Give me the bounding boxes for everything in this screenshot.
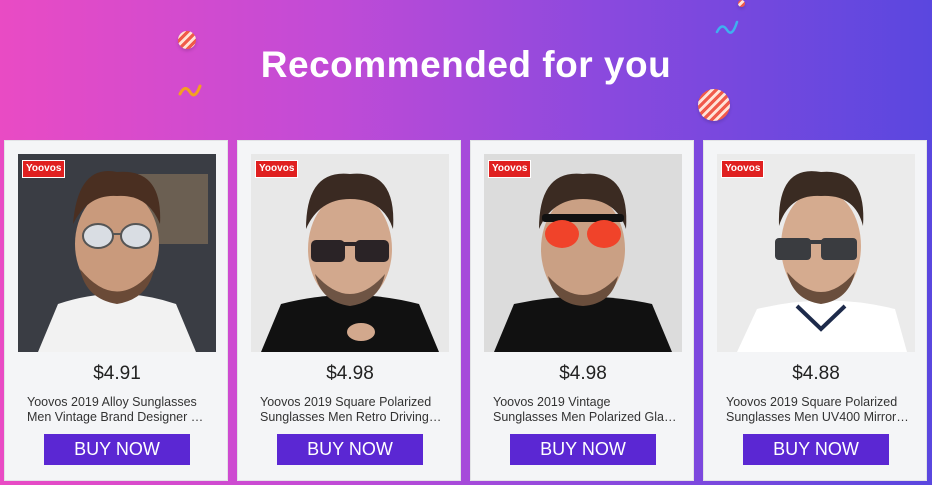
product-image[interactable]: Yoovos bbox=[717, 154, 915, 352]
streamer-decoration bbox=[715, 20, 739, 34]
product-name-line: Yoovos 2019 Vintage bbox=[493, 395, 611, 409]
buy-now-button[interactable]: BUY NOW bbox=[510, 434, 656, 465]
product-price: $4.98 bbox=[326, 363, 374, 384]
product-card[interactable]: Yoovos $4.88 Yoovos 2019 Square Polarize… bbox=[703, 140, 927, 481]
product-image[interactable]: Yoovos bbox=[484, 154, 682, 352]
brand-badge: Yoovos bbox=[721, 160, 765, 178]
striped-ball-decoration bbox=[698, 89, 730, 121]
brand-badge: Yoovos bbox=[255, 160, 299, 178]
sunglasses-model-photo bbox=[484, 154, 682, 352]
product-name-line: Yoovos 2019 Square Polarized bbox=[726, 395, 898, 409]
product-price: $4.91 bbox=[93, 363, 141, 384]
product-price: $4.98 bbox=[559, 363, 607, 384]
product-list: Yoovos $4.91 Yoovos 2019 Alloy Sunglasse… bbox=[4, 140, 928, 481]
product-name[interactable]: Yoovos 2019 Vintage Sunglasses Men Polar… bbox=[493, 395, 677, 425]
product-card[interactable]: Yoovos $4.91 Yoovos 2019 Alloy Sunglasse… bbox=[4, 140, 228, 481]
product-price: $4.88 bbox=[792, 363, 840, 384]
product-image[interactable]: Yoovos bbox=[18, 154, 216, 352]
product-name-line: Sunglasses Men Retro Driving Glasses bbox=[260, 410, 444, 424]
product-name-line: Sunglasses Men Polarized Glasses bbox=[493, 410, 677, 424]
buy-now-button[interactable]: BUY NOW bbox=[277, 434, 423, 465]
product-name[interactable]: Yoovos 2019 Square Polarized Sunglasses … bbox=[260, 395, 444, 425]
sunglasses-model-photo bbox=[18, 154, 216, 352]
section-title: Recommended for you bbox=[260, 44, 672, 85]
product-name[interactable]: Yoovos 2019 Square Polarized Sunglasses … bbox=[726, 395, 910, 425]
product-name-line: Yoovos 2019 Square Polarized bbox=[260, 395, 432, 409]
brand-badge: Yoovos bbox=[488, 160, 532, 178]
product-name-line: Sunglasses Men UV400 Mirror Glasses bbox=[726, 410, 910, 424]
product-name-line: Yoovos 2019 Alloy Sunglasses bbox=[27, 395, 197, 409]
product-card[interactable]: Yoovos $4.98 Yoovos 2019 Square Polarize… bbox=[237, 140, 461, 481]
product-image[interactable]: Yoovos bbox=[251, 154, 449, 352]
sunglasses-model-photo bbox=[717, 154, 915, 352]
buy-now-button[interactable]: BUY NOW bbox=[44, 434, 190, 465]
product-name[interactable]: Yoovos 2019 Alloy Sunglasses Men Vintage… bbox=[27, 395, 211, 425]
product-name-line: Men Vintage Brand Designer Sunglasses bbox=[27, 410, 211, 424]
product-card[interactable]: Yoovos $4.98 Yoovos 2019 Vintage Sunglas… bbox=[470, 140, 694, 481]
sunglasses-model-photo bbox=[251, 154, 449, 352]
confetti-decoration bbox=[738, 0, 745, 7]
buy-now-button[interactable]: BUY NOW bbox=[743, 434, 889, 465]
brand-badge: Yoovos bbox=[22, 160, 66, 178]
